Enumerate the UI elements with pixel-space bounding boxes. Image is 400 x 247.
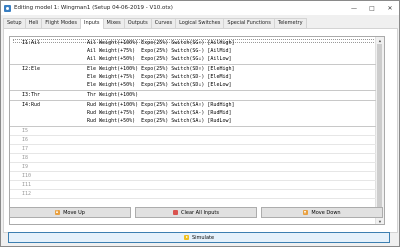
move-down-button[interactable]: Move Down xyxy=(261,207,383,218)
empty-input-row[interactable]: I11 xyxy=(10,181,376,190)
scroll-down-icon[interactable]: ▼ xyxy=(376,218,384,224)
move-down-label: Move Down xyxy=(311,209,341,216)
minimize-button[interactable]: — xyxy=(345,1,363,15)
input-channel-label: I3:Thr xyxy=(22,92,41,98)
editing-model-window: Editing model 1: Wingman1 (Setup 04-06-2… xyxy=(0,0,400,247)
input-channel-label: I4:Rud xyxy=(22,102,41,108)
tab-setup[interactable]: Setup xyxy=(3,18,26,28)
input-line[interactable]: Ele Weight(+75%) Expo(25%) Switch(SD-) [… xyxy=(87,73,235,81)
simulate-label: Simulate xyxy=(191,234,215,241)
empty-input-row[interactable]: I6 xyxy=(10,136,376,145)
tab-curves[interactable]: Curves xyxy=(150,18,177,28)
input-line[interactable]: Thr Weight(+100%) xyxy=(87,91,138,99)
clear-icon xyxy=(172,210,178,215)
move-up-label: Move Up xyxy=(63,209,85,216)
input-line[interactable]: Ail Weight(+75%) Expo(25%) Switch(SG-) [… xyxy=(87,47,235,55)
clear-all-label: Clear All Inputs xyxy=(180,209,219,216)
input-row[interactable]: I4:Rud Rud Weight(+100%) Expo(25%) Switch… xyxy=(10,101,376,127)
tab-inputs[interactable]: Inputs xyxy=(79,18,104,29)
input-line[interactable]: Rud Weight(+50%) Expo(25%) Switch(SA↓) [… xyxy=(87,117,235,125)
input-channel-label: I11 xyxy=(22,182,32,188)
window-controls: — □ ✕ xyxy=(345,1,399,15)
inputs-list[interactable]: ▲ ▼ I1:Ail Ail Weight(+100%) Expo(25%) Sw… xyxy=(9,36,385,225)
input-channel-label: I12 xyxy=(22,191,32,197)
empty-input-row[interactable]: I7 xyxy=(10,145,376,154)
input-channel-label: I9 xyxy=(22,164,29,170)
input-lines: Ele Weight(+100%) Expo(25%) Switch(SD↑) … xyxy=(87,65,235,89)
tab-logical-switches[interactable]: Logical Switches xyxy=(175,18,225,28)
tab-telemetry[interactable]: Telemetry xyxy=(273,18,307,28)
input-lines: Thr Weight(+100%) xyxy=(87,91,138,99)
input-row[interactable]: I2:Ele Ele Weight(+100%) Expo(25%) Switch… xyxy=(10,65,376,91)
input-line[interactable]: Ail Weight(+50%) Expo(25%) Switch(SG↓) [… xyxy=(87,55,235,63)
tab-special-functions[interactable]: Special Functions xyxy=(223,18,275,28)
move-up-button[interactable]: Move Up xyxy=(9,207,131,218)
input-lines: Rud Weight(+100%) Expo(25%) Switch(SA↑) … xyxy=(87,101,235,125)
radio-transmitter-icon xyxy=(4,4,11,12)
inputs-panel: ▲ ▼ I1:Ail Ail Weight(+100%) Expo(25%) Sw… xyxy=(3,28,398,233)
input-row[interactable]: I3:Thr Thr Weight(+100%) xyxy=(10,91,376,101)
input-lines: Ail Weight(+100%) Expo(25%) Switch(SG↑) … xyxy=(87,39,235,63)
input-line[interactable]: Ail Weight(+100%) Expo(25%) Switch(SG↑) … xyxy=(87,39,235,47)
scroll-up-icon[interactable]: ▲ xyxy=(376,37,384,43)
input-channel-label: I7 xyxy=(22,146,29,152)
play-icon xyxy=(183,235,189,240)
vertical-scrollbar[interactable]: ▲ ▼ xyxy=(375,37,384,224)
empty-input-row[interactable]: I9 xyxy=(10,163,376,172)
empty-input-row[interactable]: I12 xyxy=(10,190,376,199)
input-line[interactable]: Ele Weight(+50%) Expo(25%) Switch(SD↓) [… xyxy=(87,81,235,89)
tab-heli[interactable]: Heli xyxy=(24,18,43,28)
clear-all-inputs-button[interactable]: Clear All Inputs xyxy=(135,207,257,218)
tab-mixes[interactable]: Mixes xyxy=(102,18,125,28)
input-channel-label: I10 xyxy=(22,173,32,179)
input-line[interactable]: Rud Weight(+100%) Expo(25%) Switch(SA↑) … xyxy=(87,101,235,109)
title-bar: Editing model 1: Wingman1 (Setup 04-06-2… xyxy=(1,1,399,15)
tab-flight-modes[interactable]: Flight Modes xyxy=(41,18,81,28)
tab-outputs[interactable]: Outputs xyxy=(123,18,152,28)
maximize-button[interactable]: □ xyxy=(363,1,381,15)
empty-input-row[interactable]: I10 xyxy=(10,172,376,181)
scrollbar-thumb[interactable] xyxy=(377,44,382,217)
input-row[interactable]: I1:Ail Ail Weight(+100%) Expo(25%) Switch… xyxy=(10,39,376,65)
input-channel-label: I5 xyxy=(22,128,29,134)
empty-input-row[interactable]: I8 xyxy=(10,154,376,163)
input-channel-label: I6 xyxy=(22,137,29,143)
input-channel-label: I8 xyxy=(22,155,29,161)
close-button[interactable]: ✕ xyxy=(381,1,399,15)
input-line[interactable]: Ele Weight(+100%) Expo(25%) Switch(SD↑) … xyxy=(87,65,235,73)
input-channel-label: I2:Ele xyxy=(22,66,41,72)
window-title: Editing model 1: Wingman1 (Setup 04-06-2… xyxy=(14,5,173,11)
arrow-up-icon xyxy=(55,210,61,215)
empty-input-row[interactable]: I5 xyxy=(10,127,376,136)
input-channel-label: I1:Ail xyxy=(22,40,41,46)
tab-bar: Setup Heli Flight Modes Inputs Mixes Outputs C… xyxy=(3,18,307,29)
input-line[interactable]: Rud Weight(+75%) Expo(25%) Switch(SA-) [… xyxy=(87,109,235,117)
arrow-down-icon xyxy=(303,210,309,215)
simulate-button[interactable]: Simulate xyxy=(8,232,390,243)
